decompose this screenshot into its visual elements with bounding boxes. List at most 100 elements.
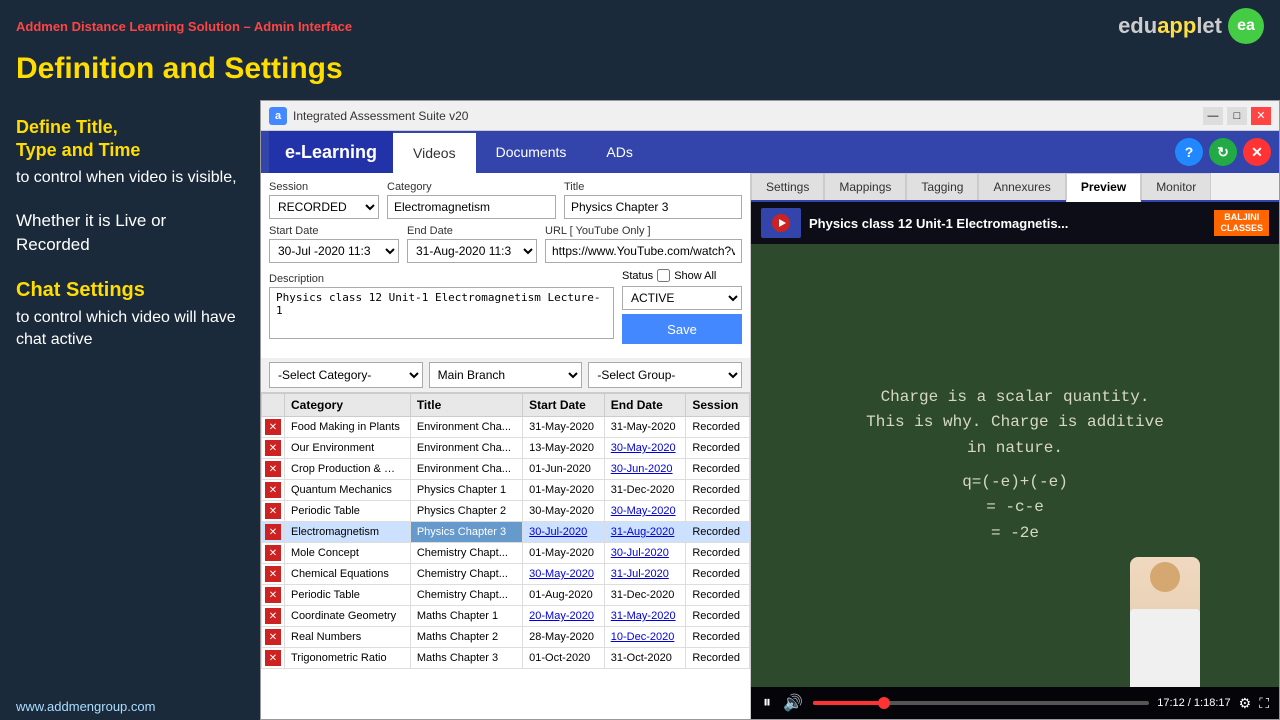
window-title-left: a Integrated Assessment Suite v20 xyxy=(269,107,468,125)
table-row[interactable]: ✕Chemical EquationsChemistry Chapt...30-… xyxy=(262,564,750,585)
tab-settings[interactable]: Settings xyxy=(751,173,824,200)
start-date-select[interactable]: 30-Jul -2020 11:3 xyxy=(269,239,399,263)
cell-title: Physics Chapter 1 xyxy=(410,480,522,501)
window-titlebar: a Integrated Assessment Suite v20 — □ ✕ xyxy=(261,101,1279,131)
sidebar-normal-3: to control which video will have chat ac… xyxy=(16,307,244,352)
tab-videos[interactable]: Videos xyxy=(393,131,476,173)
end-date-select[interactable]: 31-Aug-2020 11:3 xyxy=(407,239,537,263)
logo-icon: ea xyxy=(1228,8,1264,44)
logo-text: eduapplet xyxy=(1118,13,1222,39)
delete-row-button[interactable]: ✕ xyxy=(265,629,281,645)
delete-row-button[interactable]: ✕ xyxy=(265,608,281,624)
table-row[interactable]: ✕Real NumbersMaths Chapter 228-May-20201… xyxy=(262,627,750,648)
cell-end-date: 30-Jun-2020 xyxy=(604,459,686,480)
cell-end-date: 31-May-2020 xyxy=(604,417,686,438)
cell-title: Physics Chapter 3 xyxy=(410,522,522,543)
cell-session: Recorded xyxy=(686,459,750,480)
video-controls: ⏸ 🔊 17:12 / 1:18:17 ⚙ ⛶ xyxy=(751,687,1279,719)
form-row-1: Session RECORDED LIVE Category Title xyxy=(269,181,742,219)
table-row[interactable]: ✕Periodic TablePhysics Chapter 230-May-2… xyxy=(262,501,750,522)
delete-row-button[interactable]: ✕ xyxy=(265,461,281,477)
table-row[interactable]: ✕Food Making in PlantsEnvironment Cha...… xyxy=(262,417,750,438)
tab-documents[interactable]: Documents xyxy=(476,131,587,173)
table-row[interactable]: ✕ElectromagnetismPhysics Chapter 330-Jul… xyxy=(262,522,750,543)
cell-category: Periodic Table xyxy=(285,585,411,606)
progress-bar[interactable] xyxy=(813,701,1149,705)
top-header: Addmen Distance Learning Solution – Admi… xyxy=(0,0,1280,48)
category-filter[interactable]: -Select Category- xyxy=(269,362,423,388)
table-row[interactable]: ✕Mole ConceptChemistry Chapt...01-May-20… xyxy=(262,543,750,564)
sidebar-section-3: Chat Settings to control which video wil… xyxy=(16,277,244,352)
close-button[interactable]: ✕ xyxy=(1251,107,1271,125)
maximize-button[interactable]: □ xyxy=(1227,107,1247,125)
url-label: URL [ YouTube Only ] xyxy=(545,225,742,237)
app-window: a Integrated Assessment Suite v20 — □ ✕ … xyxy=(260,100,1280,720)
cell-title: Chemistry Chapt... xyxy=(410,564,522,585)
logo-area: eduapplet ea xyxy=(1118,8,1264,44)
minimize-button[interactable]: — xyxy=(1203,107,1223,125)
delete-row-button[interactable]: ✕ xyxy=(265,503,281,519)
desc-label: Description xyxy=(269,273,324,285)
sidebar-normal-2: Whether it is Live or Recorded xyxy=(16,209,244,257)
cell-end-date: 31-Aug-2020 xyxy=(604,522,686,543)
table-row[interactable]: ✕Periodic TableChemistry Chapt...01-Aug-… xyxy=(262,585,750,606)
cell-category: Electromagnetism xyxy=(285,522,411,543)
delete-row-button[interactable]: ✕ xyxy=(265,524,281,540)
group-filter[interactable]: -Select Group- xyxy=(588,362,742,388)
desc-textarea[interactable]: Physics class 12 Unit-1 Electromagnetism… xyxy=(269,287,614,339)
window-title-text: Integrated Assessment Suite v20 xyxy=(293,109,468,123)
video-logo: BALJINICLASSES xyxy=(1214,210,1269,236)
start-date-group: Start Date 30-Jul -2020 11:3 xyxy=(269,225,399,263)
delete-row-button[interactable]: ✕ xyxy=(265,587,281,603)
session-select[interactable]: RECORDED LIVE xyxy=(269,195,379,219)
page-title-area: Definition and Settings xyxy=(0,48,1280,94)
table-row[interactable]: ✕Crop Production & MgmtEnvironment Cha..… xyxy=(262,459,750,480)
sidebar-section-2: Whether it is Live or Recorded xyxy=(16,209,244,257)
title-group: Title xyxy=(564,181,742,219)
tab-annexures[interactable]: Annexures xyxy=(978,173,1065,200)
status-select[interactable]: ACTIVE INACTIVE xyxy=(622,286,742,310)
help-button[interactable]: ? xyxy=(1175,138,1203,166)
cell-start-date: 01-Jun-2020 xyxy=(523,459,605,480)
delete-row-button[interactable]: ✕ xyxy=(265,482,281,498)
video-thumb-small xyxy=(761,208,801,238)
delete-row-button[interactable]: ✕ xyxy=(265,545,281,561)
form-panel: Session RECORDED LIVE Category Title xyxy=(261,173,751,719)
nav-close-button[interactable]: ✕ xyxy=(1243,138,1271,166)
delete-row-button[interactable]: ✕ xyxy=(265,440,281,456)
title-input[interactable] xyxy=(564,195,742,219)
sidebar-section-1: Define Title, Type and Time to control w… xyxy=(16,116,244,189)
cell-start-date: 01-Oct-2020 xyxy=(523,648,605,669)
window-icon: a xyxy=(269,107,287,125)
url-input[interactable] xyxy=(545,239,742,263)
tab-tagging[interactable]: Tagging xyxy=(906,173,978,200)
tab-ads[interactable]: ADs xyxy=(586,131,652,173)
delete-row-button[interactable]: ✕ xyxy=(265,566,281,582)
branch-filter[interactable]: Main Branch xyxy=(429,362,583,388)
cell-title: Physics Chapter 2 xyxy=(410,501,522,522)
tab-mappings[interactable]: Mappings xyxy=(824,173,906,200)
tab-preview[interactable]: Preview xyxy=(1066,173,1141,202)
cell-end-date: 30-May-2020 xyxy=(604,438,686,459)
cell-end-date: 31-Dec-2020 xyxy=(604,585,686,606)
delete-row-button[interactable]: ✕ xyxy=(265,419,281,435)
show-all-checkbox[interactable] xyxy=(657,269,670,282)
table-row[interactable]: ✕Quantum MechanicsPhysics Chapter 101-Ma… xyxy=(262,480,750,501)
table-row[interactable]: ✕Coordinate GeometryMaths Chapter 120-Ma… xyxy=(262,606,750,627)
category-input[interactable] xyxy=(387,195,556,219)
volume-button[interactable]: 🔊 xyxy=(781,693,805,713)
save-button[interactable]: Save xyxy=(622,314,742,344)
category-label: Category xyxy=(387,181,556,193)
refresh-button[interactable]: ↻ xyxy=(1209,138,1237,166)
fullscreen-button[interactable]: ⛶ xyxy=(1259,695,1269,712)
cell-end-date: 10-Dec-2020 xyxy=(604,627,686,648)
settings-icon-button[interactable]: ⚙ xyxy=(1239,695,1252,712)
session-label: Session xyxy=(269,181,379,193)
cell-session: Recorded xyxy=(686,480,750,501)
play-pause-button[interactable]: ⏸ xyxy=(761,694,773,712)
delete-row-button[interactable]: ✕ xyxy=(265,650,281,666)
table-row[interactable]: ✕Our EnvironmentEnvironment Cha...13-May… xyxy=(262,438,750,459)
tab-monitor[interactable]: Monitor xyxy=(1141,173,1211,200)
cell-title: Chemistry Chapt... xyxy=(410,543,522,564)
table-row[interactable]: ✕Trigonometric RatioMaths Chapter 301-Oc… xyxy=(262,648,750,669)
